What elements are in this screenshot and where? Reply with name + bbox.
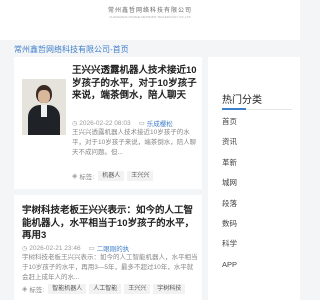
category-link-digital[interactable]: 数码 — [222, 217, 237, 237]
article-tags: ◈ 标签: 机器人 王兴兴 — [72, 171, 156, 181]
tag-chip[interactable]: 王兴兴 — [127, 171, 154, 181]
sidebar-divider-accent — [222, 108, 246, 110]
article-card: 宇树科技老板王兴兴表示：如今的人工智能机器人，水平相当于10岁孩子的水平，再用3… — [14, 195, 202, 300]
article-title[interactable]: 王兴兴透露机器人技术接近10岁孩子的水平，对于10岁孩子来说，端茶倒水，陪人聊天 — [72, 65, 200, 103]
folder-icon: ▭ — [88, 245, 95, 252]
breadcrumb[interactable]: 常州鑫哲网络科技有限公司-首页 — [14, 44, 129, 55]
clock-icon: ◷ — [72, 120, 78, 127]
category-link-paragraph[interactable]: 段落 — [222, 197, 237, 217]
tag-chip[interactable]: 智能机器人 — [48, 284, 87, 294]
sidebar: 热门分类 首页 资讯 革新 城网 段落 数码 科学 APP — [208, 57, 300, 300]
category-link-innovation[interactable]: 革新 — [222, 156, 237, 176]
site-header: 常州鑫哲网络科技有限公司 CHANGZHOU XINZHE NETWORK TE… — [0, 0, 300, 40]
article-category[interactable]: 二眼刚的执 — [97, 243, 130, 253]
article-title[interactable]: 宇树科技老板王兴兴表示：如今的人工智能机器人，水平相当于10岁孩子的水平，再用3 — [22, 205, 198, 243]
clock-icon: ◷ — [22, 245, 28, 252]
article-card: 王兴兴透露机器人技术接近10岁孩子的水平，对于10岁孩子来说，端茶倒水，陪人聊天… — [14, 57, 202, 189]
logo-english-text: CHANGZHOU XINZHE NETWORK TECHNOLOGY CO.,… — [109, 15, 191, 19]
tag-icon: ◈ — [22, 286, 28, 293]
article-meta: ◷ 2026-02-22 08:03 ▭ 乐成樱松 — [72, 118, 173, 129]
logo-chinese-text: 常州鑫哲网络科技有限公司 — [107, 7, 192, 14]
category-link-news[interactable]: 资讯 — [222, 135, 237, 155]
article-date: 2026-02-21 23:46 — [29, 244, 81, 252]
tags-label: 标签: — [79, 174, 95, 181]
tag-icon: ◈ — [72, 173, 78, 180]
site-logo[interactable]: 常州鑫哲网络科技有限公司 CHANGZHOU XINZHE NETWORK TE… — [104, 6, 196, 22]
category-link-home[interactable]: 首页 — [222, 115, 237, 135]
article-tags: ◈ 标签: 智能机器人 人工智能 王兴兴 宇树科技 — [22, 284, 188, 294]
category-list: 首页 资讯 革新 城网 段落 数码 科学 APP — [222, 115, 237, 278]
tags-label: 标签: — [29, 287, 45, 294]
category-link-app[interactable]: APP — [222, 258, 237, 278]
article-meta: ◷ 2026-02-21 23:46 ▭ 二眼刚的执 — [22, 243, 130, 254]
tag-chip[interactable]: 宇树科技 — [153, 284, 186, 294]
category-link-cityweb[interactable]: 城网 — [222, 176, 237, 196]
article-excerpt: 王兴兴透露机器人技术接近10岁孩子的水平，对于10岁孩子来说，端茶倒水，陪人聊天… — [72, 129, 197, 156]
tag-chip[interactable]: 机器人 — [98, 171, 125, 181]
sidebar-title: 热门分类 — [222, 95, 262, 106]
tag-chip[interactable]: 人工智能 — [89, 284, 122, 294]
tag-chip[interactable]: 王兴兴 — [124, 284, 151, 294]
folder-icon: ▭ — [138, 120, 145, 127]
article-category[interactable]: 乐成樱松 — [147, 118, 173, 128]
article-thumbnail[interactable] — [22, 79, 66, 135]
article-excerpt: 宇树科技老板王兴兴表示：如今的人工智能机器人，水平相当于10岁孩子的水平，再用3… — [22, 254, 198, 281]
category-link-science[interactable]: 科学 — [222, 237, 237, 257]
article-date: 2026-02-22 08:03 — [79, 119, 131, 127]
